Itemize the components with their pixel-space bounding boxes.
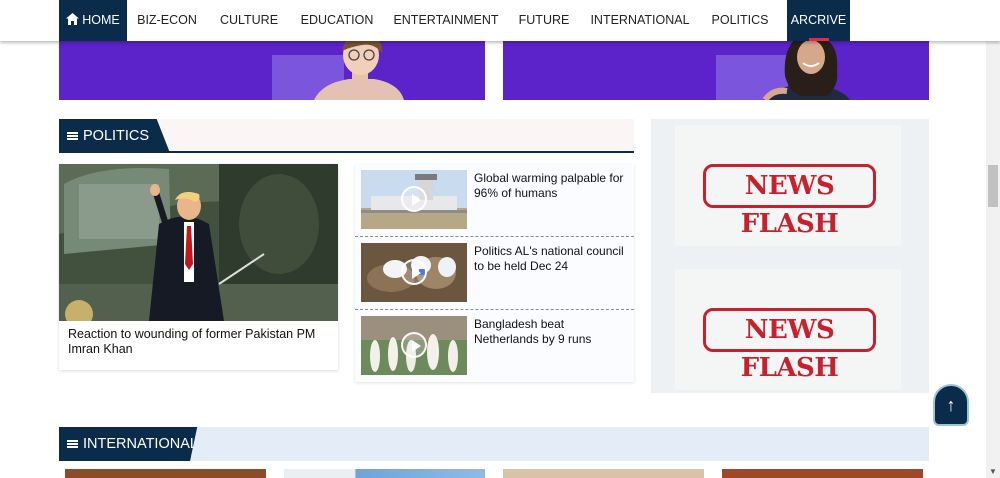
nav-biz-econ[interactable]: BIZ-ECON (131, 0, 203, 41)
banner-ad-left[interactable] (59, 41, 485, 100)
international-tab[interactable]: INTERNATIONAL (59, 427, 198, 461)
nav-home[interactable]: HOME (59, 0, 127, 41)
international-heading: INTERNATIONAL (83, 436, 198, 452)
home-icon (66, 1, 80, 42)
politics-tab[interactable]: POLITICS (59, 119, 170, 153)
nav-entertainment[interactable]: ENTERTAINMENT (392, 0, 500, 41)
play-icon[interactable] (401, 259, 427, 285)
play-icon[interactable] (401, 332, 427, 358)
story-thumbnail[interactable] (361, 243, 467, 302)
main-nav: HOME BIZ-ECON CULTURE EDUCATION ENTERTAI… (0, 0, 1000, 41)
helicopter-scene-image (59, 164, 338, 321)
scrollbar-thumb[interactable] (988, 165, 998, 207)
international-section-header: INTERNATIONAL (59, 427, 929, 461)
active-indicator (809, 38, 829, 41)
news-flash-stamp: NEWS FLASH (703, 308, 876, 383)
news-flash-ad[interactable]: NEWS FLASH (675, 269, 901, 390)
list-item[interactable]: Politics AL's national council to be hel… (355, 237, 634, 310)
international-story-thumbnail[interactable] (722, 469, 923, 478)
nav-education[interactable]: EDUCATION (296, 0, 378, 41)
story-thumbnail[interactable] (361, 170, 467, 229)
scroll-down-arrow-icon[interactable]: ▼ (989, 467, 997, 476)
news-flash-ad[interactable]: NEWS FLASH (675, 125, 901, 246)
lead-story-title[interactable]: Reaction to wounding of former Pakistan … (68, 327, 330, 357)
smiling-woman-image (762, 41, 850, 100)
list-icon (67, 132, 78, 140)
play-icon[interactable] (401, 186, 427, 212)
list-item-title[interactable]: Bangladesh beat Netherlands by 9 runs (474, 317, 630, 346)
story-thumbnail[interactable] (361, 316, 467, 375)
sidebar-ads: NEWS FLASH NEWS FLASH (651, 119, 929, 393)
list-item[interactable]: Global warming palpable for 96% of human… (355, 164, 634, 237)
nav-culture[interactable]: CULTURE (215, 0, 283, 41)
page-scrollbar[interactable]: ▼ (986, 41, 1000, 478)
international-story-thumbnail[interactable] (284, 469, 485, 478)
nav-international[interactable]: INTERNATIONAL (588, 0, 692, 41)
lead-story-image[interactable] (59, 164, 338, 321)
politics-heading: POLITICS (83, 128, 150, 144)
nav-archive-label: ARCRIVE (790, 13, 847, 27)
international-story-thumbnail[interactable] (65, 469, 266, 478)
list-item[interactable]: Bangladesh beat Netherlands by 9 runs (355, 310, 634, 383)
nav-politics[interactable]: POLITICS (705, 0, 775, 41)
list-icon (67, 440, 78, 448)
list-item-title[interactable]: Politics AL's national council to be hel… (474, 244, 630, 273)
woman-with-glasses-image (314, 41, 404, 100)
lead-story-card[interactable]: Reaction to wounding of former Pakistan … (59, 164, 338, 370)
nav-home-label: HOME (82, 13, 120, 27)
back-to-top-button[interactable]: ↑ (933, 384, 969, 426)
politics-story-list: Global warming palpable for 96% of human… (355, 164, 634, 382)
banner-ad-right[interactable] (503, 41, 929, 100)
news-flash-stamp: NEWS FLASH (703, 164, 876, 239)
politics-section-header: POLITICS (59, 119, 634, 153)
nav-archive[interactable]: ARCRIVE (787, 0, 850, 41)
international-story-thumbnail[interactable] (503, 469, 704, 478)
list-item-title[interactable]: Global warming palpable for 96% of human… (474, 171, 630, 200)
nav-future[interactable]: FUTURE (514, 0, 574, 41)
